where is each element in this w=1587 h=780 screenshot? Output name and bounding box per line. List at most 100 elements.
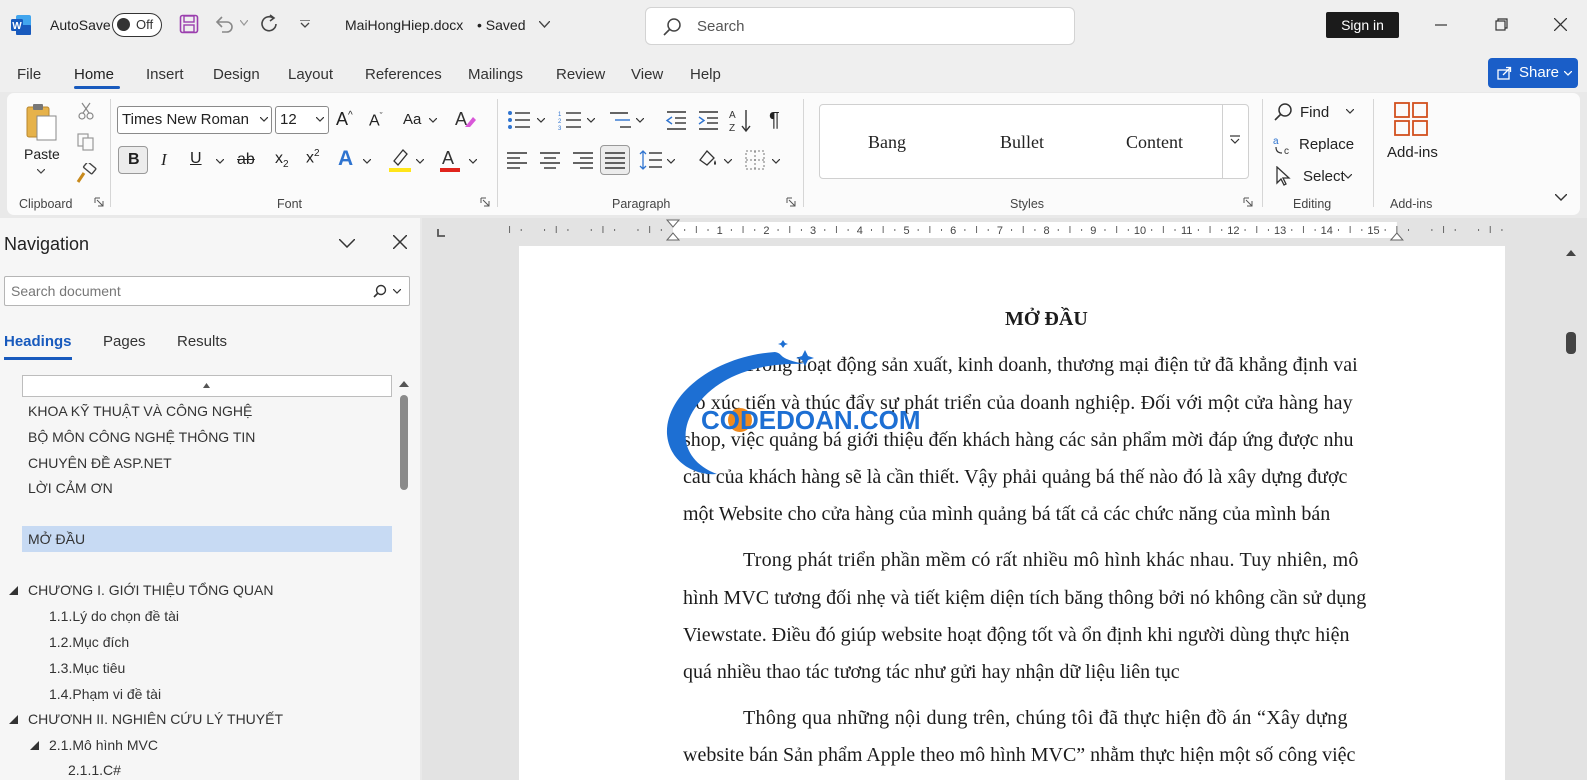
chevron-down-icon[interactable] bbox=[216, 159, 224, 164]
search-icon[interactable] bbox=[373, 284, 387, 298]
heading-item[interactable]: KHOA KỸ THUẬT VÀ CÔNG NGHỆ bbox=[28, 403, 252, 419]
shading-icon[interactable] bbox=[696, 148, 718, 170]
chevron-down-icon[interactable] bbox=[429, 118, 437, 123]
tab-home[interactable]: Home bbox=[74, 66, 114, 83]
select-button[interactable]: Select bbox=[1303, 168, 1345, 185]
chevron-down-icon[interactable] bbox=[537, 118, 545, 123]
heading-item[interactable]: CHUYÊN ĐỀ ASP.NET bbox=[28, 455, 172, 471]
heading-item[interactable]: 1.3.Mục tiêu bbox=[49, 660, 125, 676]
shrink-font-icon[interactable]: Aˇ bbox=[369, 111, 383, 130]
tab-mailings[interactable]: Mailings bbox=[468, 66, 523, 83]
format-painter-icon[interactable] bbox=[75, 163, 97, 185]
increase-indent-icon[interactable] bbox=[697, 110, 719, 130]
tab-references[interactable]: References bbox=[365, 66, 442, 83]
minimize-icon[interactable] bbox=[1435, 24, 1447, 26]
italic-button[interactable]: I bbox=[161, 150, 167, 170]
chevron-down-icon[interactable] bbox=[636, 118, 644, 123]
decrease-indent-icon[interactable] bbox=[665, 110, 687, 130]
underline-button[interactable]: U bbox=[190, 150, 202, 168]
save-icon[interactable] bbox=[179, 14, 199, 34]
select-cursor-icon[interactable] bbox=[1274, 166, 1292, 186]
sort-icon[interactable]: AZ bbox=[729, 108, 753, 134]
document-scrollbar[interactable] bbox=[1564, 248, 1578, 780]
chevron-down-icon[interactable] bbox=[393, 289, 401, 294]
dialog-launcher-icon[interactable] bbox=[1243, 197, 1253, 207]
save-status[interactable]: • Saved bbox=[477, 17, 526, 33]
font-name-dropdown[interactable]: Times New Roman bbox=[117, 106, 272, 134]
search-document-input[interactable]: Search document bbox=[4, 276, 410, 306]
tab-review[interactable]: Review bbox=[556, 66, 605, 83]
tab-help[interactable]: Help bbox=[690, 66, 721, 83]
tab-layout[interactable]: Layout bbox=[288, 66, 333, 83]
heading-item[interactable]: 1.1.Lý do chọn đề tài bbox=[49, 608, 179, 624]
dialog-launcher-icon[interactable] bbox=[786, 197, 796, 207]
bold-button[interactable]: B bbox=[118, 146, 148, 174]
heading-item[interactable]: 2.1.1.C# bbox=[68, 762, 121, 778]
scroll-up-icon[interactable] bbox=[399, 381, 409, 387]
align-center-icon[interactable] bbox=[540, 151, 560, 169]
tab-insert[interactable]: Insert bbox=[146, 66, 184, 83]
strikethrough-button[interactable]: ab bbox=[237, 151, 255, 169]
autosave-toggle[interactable]: Off bbox=[112, 13, 162, 37]
sign-in-button[interactable]: Sign in bbox=[1326, 12, 1399, 38]
close-pane-icon[interactable] bbox=[393, 235, 407, 249]
justify-button[interactable] bbox=[600, 145, 630, 175]
chevron-down-icon[interactable] bbox=[724, 159, 732, 164]
find-icon[interactable] bbox=[1273, 102, 1293, 122]
chevron-down-icon[interactable] bbox=[772, 159, 780, 164]
nav-tab-pages[interactable]: Pages bbox=[103, 333, 146, 350]
heading-item[interactable]: CHƯƠNH II. NGHIÊN CỨU LÝ THUYẾT bbox=[28, 711, 283, 727]
style-bullet[interactable]: Bullet bbox=[1000, 132, 1044, 153]
font-size-dropdown[interactable]: 12 bbox=[275, 106, 329, 134]
search-bar[interactable]: Search bbox=[645, 7, 1075, 45]
superscript-button[interactable]: x2 bbox=[306, 148, 320, 167]
multilevel-list-icon[interactable] bbox=[608, 110, 632, 130]
document-scrollbar-thumb[interactable] bbox=[1566, 332, 1576, 354]
bullets-icon[interactable] bbox=[507, 110, 531, 130]
dialog-launcher-icon[interactable] bbox=[480, 197, 490, 207]
undo-dropdown-icon[interactable] bbox=[240, 20, 248, 26]
copy-icon[interactable] bbox=[77, 133, 95, 151]
tab-file[interactable]: File bbox=[17, 66, 41, 83]
share-button[interactable]: Share bbox=[1488, 58, 1578, 88]
font-color-icon[interactable]: A bbox=[439, 147, 461, 173]
numbering-icon[interactable]: 123 bbox=[558, 110, 582, 130]
collapse-triangle-icon[interactable] bbox=[9, 586, 18, 595]
paste-label[interactable]: Paste bbox=[24, 146, 60, 162]
chevron-down-icon[interactable] bbox=[587, 118, 595, 123]
chevron-down-icon[interactable] bbox=[1346, 109, 1354, 114]
chevron-down-icon[interactable] bbox=[539, 21, 550, 28]
style-content[interactable]: Content bbox=[1126, 132, 1183, 153]
line-spacing-icon[interactable] bbox=[639, 149, 663, 171]
styles-more-icon[interactable] bbox=[1230, 135, 1240, 145]
document-filename[interactable]: MaiHongHiep.docx bbox=[345, 17, 463, 33]
undo-icon[interactable] bbox=[214, 14, 236, 34]
headings-scroll-top[interactable] bbox=[22, 375, 392, 397]
chevron-down-icon[interactable] bbox=[469, 159, 477, 164]
chevron-down-icon[interactable] bbox=[339, 239, 355, 248]
heading-item[interactable]: 1.2.Mục đích bbox=[49, 634, 129, 650]
borders-icon[interactable] bbox=[745, 150, 765, 170]
restore-icon[interactable] bbox=[1495, 18, 1508, 31]
heading-item[interactable]: CHƯƠNG I. GIỚI THIỆU TỔNG QUAN bbox=[28, 582, 273, 598]
add-ins-icon[interactable] bbox=[1393, 101, 1429, 137]
chevron-down-icon[interactable] bbox=[416, 159, 424, 164]
chevron-down-icon[interactable] bbox=[37, 169, 45, 174]
heading-item[interactable]: BỘ MÔN CÔNG NGHỆ THÔNG TIN bbox=[28, 429, 255, 445]
dialog-launcher-icon[interactable] bbox=[94, 197, 104, 207]
close-window-icon[interactable] bbox=[1554, 18, 1567, 31]
collapse-ribbon-icon[interactable] bbox=[1555, 194, 1567, 201]
chevron-down-icon[interactable] bbox=[667, 159, 675, 164]
add-ins-button[interactable]: Add-ins bbox=[1387, 144, 1438, 161]
chevron-down-icon[interactable] bbox=[1344, 174, 1352, 179]
show-formatting-marks-icon[interactable]: ¶ bbox=[769, 109, 780, 132]
tab-selector-icon[interactable] bbox=[436, 228, 446, 238]
align-left-icon[interactable] bbox=[507, 151, 527, 169]
headings-scrollbar-thumb[interactable] bbox=[400, 395, 408, 490]
clear-formatting-icon[interactable]: A bbox=[455, 108, 477, 130]
align-right-icon[interactable] bbox=[573, 151, 593, 169]
tab-design[interactable]: Design bbox=[213, 66, 260, 83]
change-case-button[interactable]: Aa bbox=[403, 111, 421, 128]
replace-button[interactable]: Replace bbox=[1299, 136, 1354, 153]
style-bang[interactable]: Bang bbox=[868, 132, 906, 153]
